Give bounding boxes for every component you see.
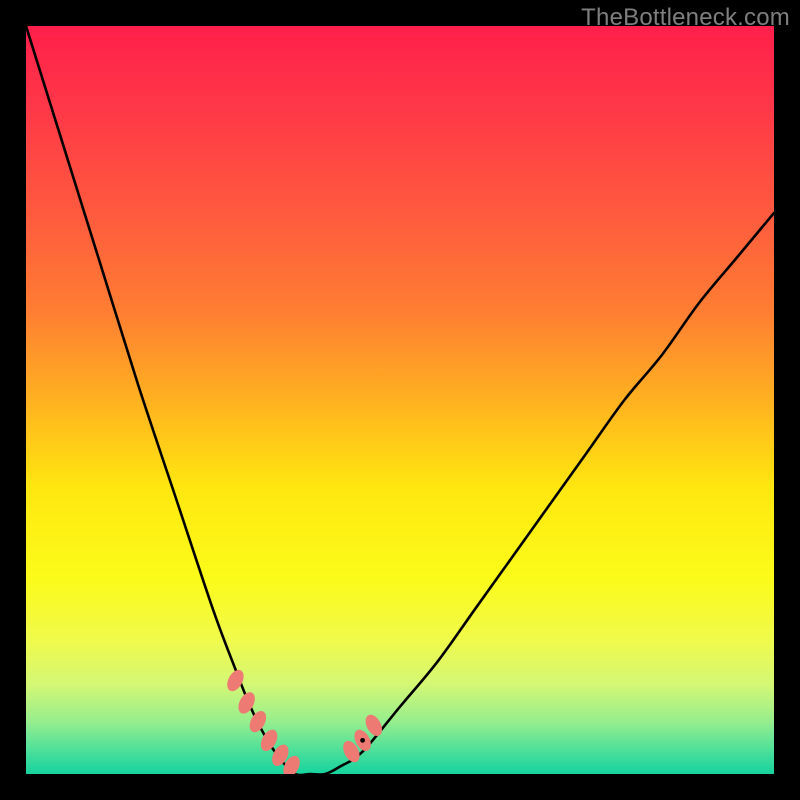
bottleneck-chart (26, 26, 774, 774)
black-dot-marker (360, 738, 365, 743)
black-dot (360, 738, 365, 743)
watermark-text: TheBottleneck.com (581, 4, 790, 32)
plot-area (26, 26, 774, 774)
chart-frame: TheBottleneck.com (0, 0, 800, 800)
gradient-background (26, 26, 774, 774)
